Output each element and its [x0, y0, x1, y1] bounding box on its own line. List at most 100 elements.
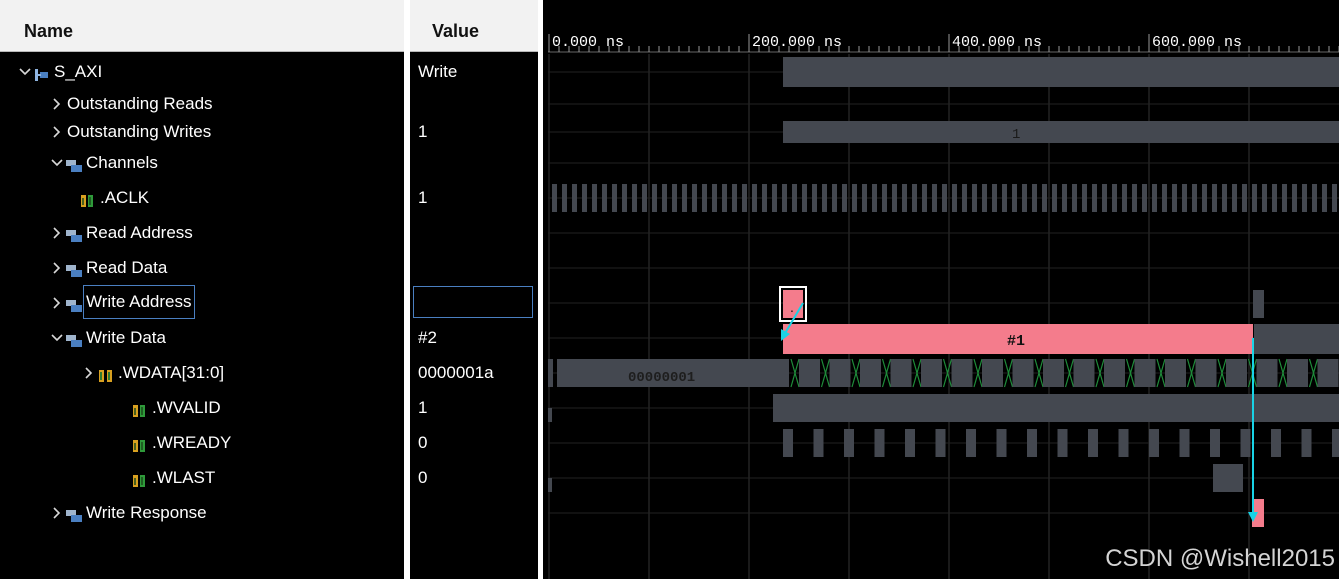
aclk-high-pulse: [952, 184, 957, 212]
tree-row-label: Outstanding Reads: [67, 94, 213, 113]
wready-high-pulse: [844, 429, 854, 457]
value-column-header[interactable]: Value: [410, 0, 538, 52]
wdata-segment[interactable]: [1012, 359, 1034, 387]
wdata-segment[interactable]: [1134, 359, 1156, 387]
signal-icon: [132, 436, 148, 452]
aclk-high-pulse: [702, 184, 707, 212]
tree-row-s_axi[interactable]: S_AXI: [16, 60, 400, 84]
wdata-segment[interactable]: [951, 359, 973, 387]
aclk-high-pulse: [892, 184, 897, 212]
aclk-high-pulse: [1152, 184, 1157, 212]
aclk-high-pulse: [992, 184, 997, 212]
wready-high-pulse: [1271, 429, 1281, 457]
wready-high-pulse: [874, 429, 885, 457]
value-write-data: #2: [418, 328, 437, 347]
tree-row-wready[interactable]: .WREADY: [114, 431, 400, 455]
tree-row-outstanding-reads[interactable]: Outstanding Reads: [48, 92, 400, 116]
wdata-segment[interactable]: [1043, 359, 1064, 387]
aclk-high-pulse: [1092, 184, 1097, 212]
aclk-high-pulse: [942, 184, 947, 212]
chevron-right-icon[interactable]: [48, 92, 66, 116]
tree-row-wdata[interactable]: .WDATA[31:0]: [80, 361, 400, 385]
value-cell-editor[interactable]: [413, 286, 533, 318]
wdata-segment[interactable]: [1165, 359, 1186, 387]
tree-row-label: Outstanding Writes: [67, 122, 212, 141]
aclk-high-pulse: [1072, 184, 1077, 212]
wdata-segment: [548, 359, 553, 387]
aclk-high-pulse: [1192, 184, 1197, 212]
write-data-transaction-2[interactable]: [1254, 324, 1339, 354]
tree-row-write-response[interactable]: Write Response: [48, 501, 400, 525]
aclk-high-pulse: [582, 184, 587, 212]
value-wdata: 0000001a: [418, 363, 494, 382]
column-separator[interactable]: [404, 0, 410, 579]
chevron-right-icon[interactable]: [48, 256, 66, 280]
tree-row-label: Channels: [86, 153, 158, 172]
chevron-right-icon[interactable]: [80, 361, 98, 385]
wlast-low: [548, 478, 552, 492]
chevron-down-icon[interactable]: [16, 60, 34, 84]
wready-high-pulse: [1179, 429, 1190, 457]
chevron-right-icon[interactable]: [48, 291, 66, 315]
chevron-right-icon[interactable]: [48, 501, 66, 525]
aclk-high-pulse: [1122, 184, 1127, 212]
wdata-segment[interactable]: [1195, 359, 1217, 387]
wdata-segment[interactable]: [799, 359, 820, 387]
tree-row-outstanding-writes[interactable]: Outstanding Writes: [48, 120, 400, 144]
value-wready: 0: [418, 433, 428, 452]
wdata-segment[interactable]: [860, 359, 881, 387]
wvalid-high[interactable]: [773, 394, 1339, 422]
tree-row-aclk[interactable]: .ACLK: [80, 186, 400, 210]
wready-high-pulse: [1210, 429, 1220, 457]
wdata-segment[interactable]: [890, 359, 912, 387]
outstanding-writes-segment[interactable]: [783, 121, 1339, 143]
waveform-viewer[interactable]: 0.000 ns 200.000 ns 400.000 ns 600.000 ns 1.…: [548, 0, 1339, 579]
tree-row-wvalid[interactable]: .WVALID: [114, 396, 400, 420]
wready-high-pulse: [1088, 429, 1098, 457]
aclk-high-pulse: [842, 184, 847, 212]
wdata-segment[interactable]: [1287, 359, 1308, 387]
wdata-segment[interactable]: [1104, 359, 1125, 387]
aclk-high-pulse: [612, 184, 617, 212]
chevron-down-icon[interactable]: [48, 151, 66, 175]
name-column-header[interactable]: Name: [0, 0, 404, 52]
write-address-transaction-2[interactable]: [1253, 290, 1264, 318]
pane-separator[interactable]: [538, 0, 543, 579]
wdata-segment[interactable]: [829, 359, 851, 387]
wdata-segment[interactable]: [1226, 359, 1247, 387]
s-axi-bus-segment[interactable]: [783, 57, 1339, 87]
wdata-segment[interactable]: [921, 359, 942, 387]
tree-row-channels[interactable]: Channels: [48, 151, 400, 175]
tree-row-label: Read Data: [86, 258, 168, 277]
tree-row-read-address[interactable]: Read Address: [48, 221, 400, 245]
tree-row-read-data[interactable]: Read Data: [48, 256, 400, 280]
aclk-high-pulse: [852, 184, 857, 212]
tree-row-label: S_AXI: [54, 62, 103, 81]
aclk-high-pulse: [572, 184, 577, 212]
wdata-segment[interactable]: [1073, 359, 1095, 387]
group-icon: [66, 156, 82, 172]
wready-high-pulse: [966, 429, 976, 457]
wdata-segment[interactable]: [1256, 359, 1278, 387]
aclk-high-pulse: [962, 184, 967, 212]
value-s_axi: Write: [418, 62, 458, 81]
aclk-high-pulse: [592, 184, 597, 212]
aclk-high-pulse: [672, 184, 677, 212]
tree-row-wlast[interactable]: .WLAST: [114, 466, 400, 490]
group-icon: [66, 506, 82, 522]
chevron-down-icon[interactable]: [48, 326, 66, 350]
wdata-value-label: 00000001: [628, 370, 695, 386]
chevron-right-icon[interactable]: [48, 120, 66, 144]
wlast-high[interactable]: [1213, 464, 1243, 492]
wdata-segment[interactable]: [982, 359, 1003, 387]
signal-icon: [132, 401, 148, 417]
wready-high-pulse: [783, 429, 793, 457]
tree-row-write-data[interactable]: Write Data: [48, 326, 400, 350]
tree-row-label: .WREADY: [152, 433, 232, 452]
aclk-high-pulse: [1282, 184, 1287, 212]
wdata-segment[interactable]: [1317, 359, 1339, 387]
aclk-high-pulse: [662, 184, 667, 212]
aclk-high-pulse: [812, 184, 817, 212]
chevron-right-icon[interactable]: [48, 221, 66, 245]
tree-row-write-address[interactable]: Write Address: [48, 285, 400, 319]
